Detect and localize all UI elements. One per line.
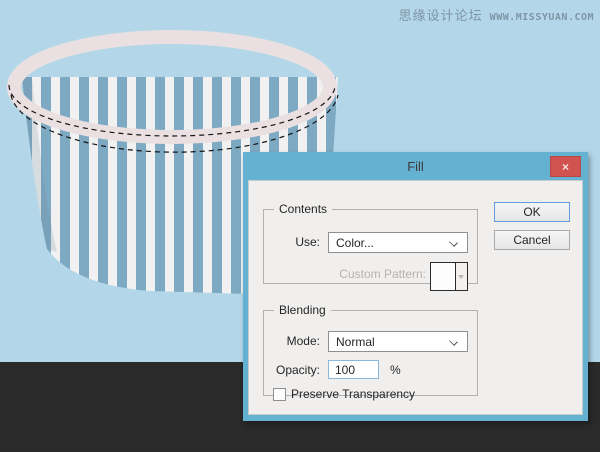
blending-group: Blending Mode: Normal Opacity: % Preserv… — [263, 303, 478, 401]
contents-legend: Contents — [279, 202, 328, 216]
chevron-down-icon — [450, 338, 457, 345]
use-label: Use: — [295, 235, 320, 249]
custom-pattern-picker — [430, 262, 468, 291]
mode-select-value: Normal — [336, 335, 375, 349]
preserve-transparency-checkbox[interactable] — [273, 388, 286, 401]
use-select-value: Color... — [336, 236, 375, 250]
pattern-dropdown-arrow — [456, 263, 467, 290]
watermark: 思缘设计论坛 WWW.MISSYUAN.COM — [399, 5, 594, 24]
cancel-button[interactable]: Cancel — [494, 230, 570, 250]
close-icon: × — [561, 159, 569, 174]
opacity-input[interactable] — [328, 360, 379, 379]
preserve-transparency-label: Preserve Transparency — [291, 387, 416, 401]
custom-pattern-label: Custom Pattern: — [339, 267, 426, 281]
contents-group: Contents Use: Color... Custom Pattern: — [263, 202, 478, 291]
dialog-titlebar[interactable]: Fill × — [243, 152, 588, 180]
mode-select[interactable]: Normal — [328, 331, 468, 352]
use-select[interactable]: Color... — [328, 232, 468, 253]
dialog-body: Contents Use: Color... Custom Pattern: B… — [248, 180, 583, 415]
watermark-site-name: 思缘设计论坛 — [398, 8, 483, 23]
opacity-unit: % — [390, 363, 401, 377]
ok-button[interactable]: OK — [494, 202, 570, 222]
watermark-site-url: WWW.MISSYUAN.COM — [489, 12, 594, 23]
close-button[interactable]: × — [550, 156, 581, 177]
pattern-swatch — [431, 263, 456, 290]
screen: 思缘设计论坛 WWW.MISSYUAN.COM Fill × Contents … — [0, 0, 600, 452]
fill-dialog: Fill × Contents Use: Color... Custom Pat… — [243, 152, 588, 421]
dialog-title: Fill — [407, 159, 424, 174]
mode-label: Mode: — [286, 334, 320, 348]
triangle-down-icon — [457, 275, 464, 279]
chevron-down-icon — [450, 239, 457, 246]
blending-legend: Blending — [279, 303, 326, 317]
opacity-label: Opacity: — [275, 363, 320, 377]
